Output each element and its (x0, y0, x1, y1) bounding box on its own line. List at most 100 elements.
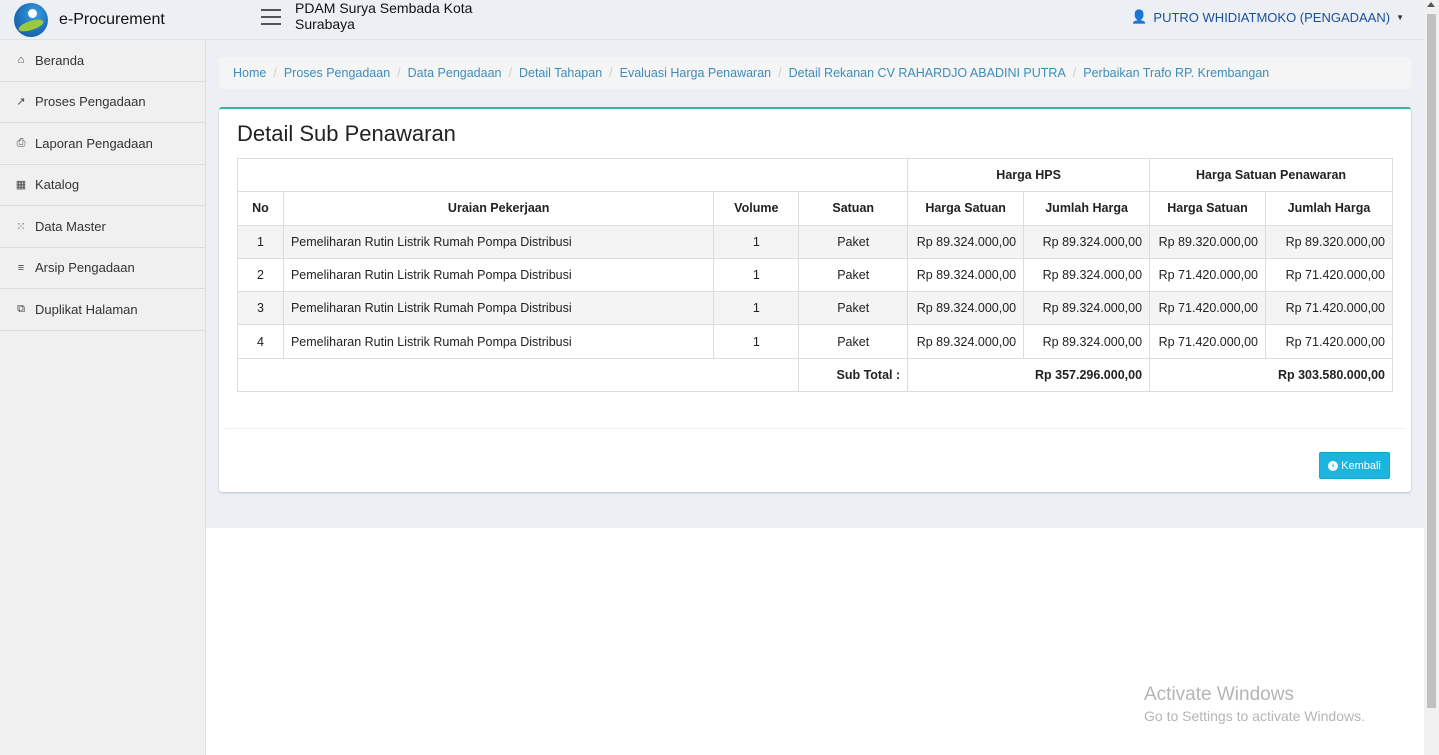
cell-penawaran-jumlah-harga: Rp 71.420.000,00 (1265, 324, 1393, 359)
cell-hps-jumlah-harga: Rp 89.324.000,00 (1023, 224, 1151, 259)
cell-penawaran-harga-satuan: Rp 71.420.000,00 (1149, 291, 1266, 326)
windows-activation-watermark: Activate Windows Go to Settings to activ… (1144, 684, 1365, 724)
col-header-penawaran-harga-satuan: Harga Satuan (1149, 191, 1266, 226)
sidebar-item-label: Beranda (35, 52, 85, 68)
col-header-volume: Volume (713, 191, 800, 226)
box-divider (225, 428, 1405, 429)
sidebar-item-laporan-pengadaan[interactable]: ⎙ Laporan Pengadaan (0, 123, 205, 165)
sidebar-item-label: Laporan Pengadaan (35, 135, 153, 151)
cell-volume: 1 (713, 257, 800, 293)
cell-no: 4 (237, 324, 284, 359)
user-icon: 👤 (1131, 9, 1148, 24)
back-button[interactable]: ‹ Kembali (1319, 452, 1390, 479)
col-header-uraian: Uraian Pekerjaan (282, 191, 715, 226)
table-row: 1 Pemeliharan Rutin Listrik Rumah Pompa … (237, 224, 1393, 259)
sidebar-item-proses-pengadaan[interactable]: ↗ Proses Pengadaan (0, 82, 205, 123)
brand[interactable]: e-Procurement (0, 0, 206, 40)
cell-hps-harga-satuan: Rp 89.324.000,00 (907, 257, 1025, 293)
subtotal-label: Sub Total : (798, 357, 909, 393)
top-navbar: e-Procurement PDAM Surya Sembada Kota Su… (0, 0, 1424, 40)
sub-penawaran-table: Harga HPS Harga Satuan Penawaran No Urai… (236, 157, 1393, 393)
col-header-hps-harga-satuan: Harga Satuan (907, 191, 1025, 226)
cell-hps-jumlah-harga: Rp 89.324.000,00 (1023, 324, 1151, 359)
sidebar-item-arsip-pengadaan[interactable]: ≡ Arsip Pengadaan (0, 248, 205, 289)
sidebar: ⌂ Beranda ↗ Proses Pengadaan ⎙ Laporan P… (0, 40, 206, 755)
scroll-thumb[interactable] (1427, 14, 1436, 708)
sidebar-item-duplikat-halaman[interactable]: ⧉ Duplikat Halaman (0, 289, 205, 331)
breadcrumb-home[interactable]: Home (233, 66, 266, 80)
sidebar-item-label: Katalog (35, 177, 80, 193)
cell-hps-jumlah-harga: Rp 89.324.000,00 (1023, 291, 1151, 326)
subtotal-hps: Rp 357.296.000,00 (907, 357, 1151, 393)
caret-down-icon: ▼ (1396, 12, 1404, 22)
cell-hps-harga-satuan: Rp 89.324.000,00 (907, 224, 1025, 259)
sidebar-item-data-master[interactable]: ⁙ Data Master (0, 206, 205, 248)
arrow-circle-left-icon: ‹ (1328, 460, 1339, 471)
watermark-subtitle: Go to Settings to activate Windows. (1144, 708, 1365, 724)
back-button-label: Kembali (1341, 459, 1381, 472)
header-blank (236, 157, 909, 193)
col-header-satuan: Satuan (798, 191, 909, 226)
cell-no: 2 (237, 257, 284, 293)
pdam-logo (14, 3, 48, 37)
table-row: 3 Pemeliharan Rutin Listrik Rumah Pompa … (237, 291, 1393, 326)
scroll-up-arrow-icon[interactable] (1427, 2, 1435, 7)
col-header-no: No (237, 191, 284, 226)
breadcrumb-detail-tahapan[interactable]: Detail Tahapan (519, 66, 602, 80)
cell-penawaran-harga-satuan: Rp 71.420.000,00 (1149, 257, 1266, 293)
header-harga-penawaran: Harga Satuan Penawaran (1149, 157, 1393, 193)
user-menu[interactable]: 👤 PUTRO WHIDIATMOKO (PENGADAAN) ▼ (1131, 9, 1404, 25)
table-row: 4 Pemeliharan Rutin Listrik Rumah Pompa … (237, 324, 1393, 359)
cell-satuan: Paket (798, 257, 909, 293)
col-header-hps-jumlah-harga: Jumlah Harga (1023, 191, 1151, 226)
cell-uraian: Pemeliharan Rutin Listrik Rumah Pompa Di… (282, 291, 715, 326)
cell-no: 3 (237, 291, 284, 326)
cell-uraian: Pemeliharan Rutin Listrik Rumah Pompa Di… (282, 257, 715, 293)
copy-icon: ⧉ (17, 302, 25, 315)
cell-penawaran-jumlah-harga: Rp 89.320.000,00 (1265, 224, 1393, 259)
home-icon: ⌂ (17, 54, 25, 67)
spinner-icon: ⁙ (16, 220, 26, 233)
breadcrumb-proses-pengadaan[interactable]: Proses Pengadaan (284, 66, 390, 80)
cell-hps-harga-satuan: Rp 89.324.000,00 (907, 291, 1025, 326)
sidebar-item-label: Proses Pengadaan (35, 94, 146, 110)
cell-hps-jumlah-harga: Rp 89.324.000,00 (1023, 257, 1151, 293)
cell-penawaran-jumlah-harga: Rp 71.420.000,00 (1265, 257, 1393, 293)
cell-penawaran-harga-satuan: Rp 71.420.000,00 (1149, 324, 1266, 359)
sidebar-item-katalog[interactable]: ▦ Katalog (0, 165, 205, 206)
cell-satuan: Paket (798, 224, 909, 259)
page-scrollbar[interactable] (1424, 0, 1439, 755)
page-title: Detail Sub Penawaran (237, 121, 456, 146)
sidebar-item-label: Data Master (35, 218, 106, 234)
breadcrumb-evaluasi-harga[interactable]: Evaluasi Harga Penawaran (620, 66, 771, 80)
cell-uraian: Pemeliharan Rutin Listrik Rumah Pompa Di… (282, 324, 715, 359)
barcode-icon: ▦ (15, 179, 27, 192)
main-content: Home / Proses Pengadaan / Data Pengadaan / … (206, 40, 1424, 528)
user-name: PUTRO WHIDIATMOKO (PENGADAAN) (1153, 9, 1391, 25)
subtotal-blank (236, 357, 800, 393)
cell-penawaran-jumlah-harga: Rp 71.420.000,00 (1265, 291, 1393, 326)
breadcrumb-detail-rekanan[interactable]: Detail Rekanan CV RAHARDJO ABADINI PUTRA (789, 66, 1066, 80)
watermark-title: Activate Windows (1144, 684, 1294, 705)
detail-box: Detail Sub Penawaran Harga HPS Harga Sat… (219, 107, 1411, 492)
cell-volume: 1 (713, 291, 800, 326)
sidebar-item-label: Duplikat Halaman (35, 301, 138, 317)
subtotal-penawaran: Rp 303.580.000,00 (1149, 357, 1393, 393)
cell-satuan: Paket (798, 291, 909, 326)
breadcrumb-data-pengadaan[interactable]: Data Pengadaan (408, 66, 502, 80)
cell-volume: 1 (713, 224, 800, 259)
cell-uraian: Pemeliharan Rutin Listrik Rumah Pompa Di… (282, 224, 715, 259)
print-icon: ⎙ (16, 136, 26, 149)
cell-satuan: Paket (798, 324, 909, 359)
menu-toggle-icon[interactable] (261, 9, 281, 25)
brand-name: e-Procurement (59, 11, 165, 28)
table-row: 2 Pemeliharan Rutin Listrik Rumah Pompa … (237, 257, 1393, 293)
breadcrumb-perbaikan-trafo[interactable]: Perbaikan Trafo RP. Krembangan (1083, 66, 1269, 80)
subtotal-row: Sub Total : Rp 357.296.000,00 Rp 303.580… (236, 357, 1393, 393)
col-header-penawaran-jumlah-harga: Jumlah Harga (1265, 191, 1393, 226)
share-icon: ↗ (16, 96, 26, 109)
sidebar-item-beranda[interactable]: ⌂ Beranda (0, 40, 205, 82)
cell-penawaran-harga-satuan: Rp 89.320.000,00 (1149, 224, 1266, 259)
cell-hps-harga-satuan: Rp 89.324.000,00 (907, 324, 1025, 359)
breadcrumb: Home / Proses Pengadaan / Data Pengadaan / … (219, 57, 1411, 89)
